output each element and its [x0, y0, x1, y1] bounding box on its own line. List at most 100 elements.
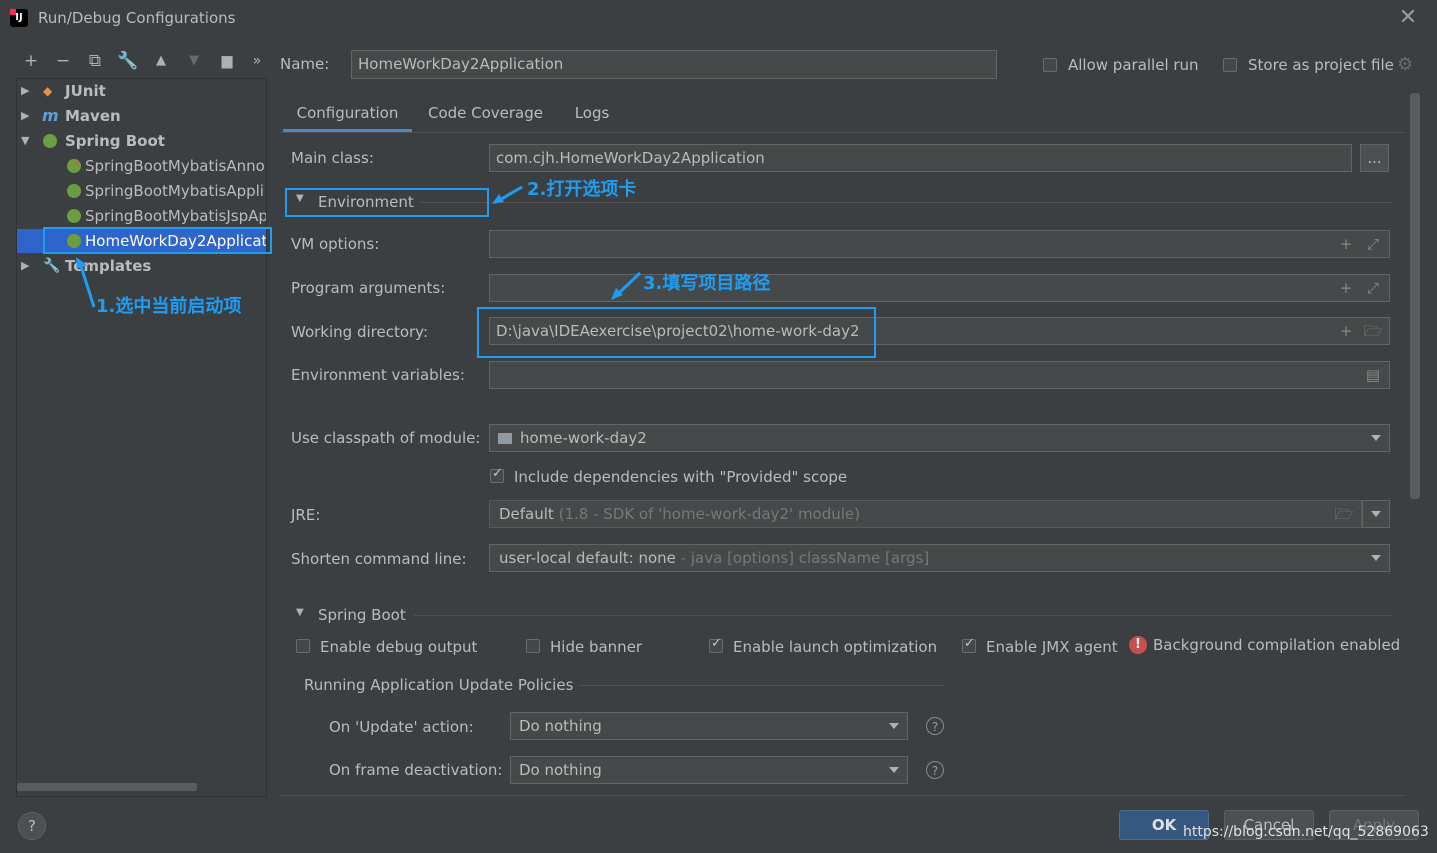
spring-boot-divider: [414, 615, 1393, 616]
allow-parallel-checkbox[interactable]: [1043, 58, 1057, 72]
tab-configuration[interactable]: Configuration: [283, 96, 412, 132]
include-deps-label: Include dependencies with "Provided" sco…: [514, 468, 848, 486]
enable-launch-label: Enable launch optimization: [733, 638, 938, 656]
tree-item-label: Spring Boot: [65, 132, 165, 150]
config-toolbar: + − ⧉ 🔧 ▲ ▼ ▆ »: [16, 48, 266, 74]
wrench-icon[interactable]: 🔧: [117, 50, 139, 72]
tree-item-label: JUnit: [65, 82, 106, 100]
chevron-down-icon: [1371, 511, 1381, 517]
policies-label: Running Application Update Policies: [304, 676, 574, 694]
chevron-down-icon: [889, 723, 899, 729]
config-tree: ▶ ◆ JUnit ▶ m Maven ▼ Spring Boot Spring…: [16, 78, 267, 797]
annotation-text-step1: 1.选中当前启动项: [96, 296, 242, 317]
error-icon: !: [1129, 636, 1147, 654]
content-bottom-border: [280, 795, 1405, 796]
classpath-select[interactable]: home-work-day2: [489, 424, 1390, 452]
jre-input[interactable]: Default (1.8 - SDK of 'home-work-day2' m…: [489, 500, 1362, 528]
tree-item-label: SpringBootMybatisJspAp: [85, 207, 267, 225]
plus-icon[interactable]: +: [1335, 231, 1357, 257]
name-label: Name:: [280, 55, 330, 73]
annotation-text-step3: 3.填写项目路径: [643, 273, 771, 294]
spring-boot-icon: [67, 184, 81, 198]
spring-boot-icon: [43, 134, 57, 148]
junit-icon: ◆: [43, 84, 53, 98]
more-icon[interactable]: »: [246, 50, 268, 72]
store-project-checkbox[interactable]: [1223, 58, 1237, 72]
gear-icon[interactable]: ⚙: [1397, 54, 1413, 75]
vm-options-input[interactable]: + ⤢: [489, 230, 1390, 258]
window-title: Run/Debug Configurations: [38, 9, 236, 27]
tree-item-config[interactable]: SpringBootMybatisAnno: [17, 153, 266, 178]
folder-icon[interactable]: 🗁: [1362, 318, 1384, 344]
annotation-box-step1: [43, 227, 272, 254]
module-folder-icon: [498, 433, 512, 444]
copy-icon[interactable]: ⧉: [84, 50, 106, 72]
on-frame-value: Do nothing: [519, 761, 602, 779]
tree-item-spring-boot[interactable]: ▼ Spring Boot: [17, 129, 266, 153]
enable-jmx-checkbox[interactable]: [962, 636, 976, 653]
tabs-divider: [280, 132, 1405, 133]
arrow-down-icon[interactable]: ▼: [183, 50, 205, 72]
folder-add-icon[interactable]: ▆: [216, 50, 238, 72]
browse-button[interactable]: ...: [1360, 144, 1389, 172]
jre-dropdown-button[interactable]: [1362, 500, 1390, 528]
enable-launch-checkbox[interactable]: [709, 636, 723, 653]
help-button[interactable]: ?: [18, 812, 46, 840]
classpath-value: home-work-day2: [520, 429, 647, 447]
include-deps-checkbox[interactable]: [490, 466, 504, 483]
tree-item-config[interactable]: SpringBootMybatisAppli: [17, 179, 266, 203]
on-update-select[interactable]: Do nothing: [510, 712, 908, 740]
annotation-arrow-step2: [492, 185, 523, 204]
tree-item-label: SpringBootMybatisAnno: [85, 157, 265, 175]
env-vars-input[interactable]: ▤: [489, 361, 1390, 389]
tab-logs[interactable]: Logs: [563, 96, 621, 132]
name-input[interactable]: HomeWorkDay2Application: [351, 50, 997, 79]
folder-icon[interactable]: 🗁: [1333, 501, 1355, 527]
chevron-right-icon: ▶: [21, 84, 30, 97]
environment-divider: [420, 202, 1393, 203]
plus-icon[interactable]: +: [20, 50, 42, 72]
enable-debug-label: Enable debug output: [320, 638, 478, 656]
jre-label: JRE:: [291, 506, 321, 524]
enable-jmx-label: Enable JMX agent: [986, 638, 1118, 656]
annotation-box-step3: [477, 307, 876, 358]
intellij-logo-icon: IJ: [10, 9, 28, 27]
help-icon[interactable]: ?: [926, 761, 944, 779]
close-icon[interactable]: ✕: [1398, 6, 1418, 30]
allow-parallel-label: Allow parallel run: [1068, 56, 1199, 74]
on-update-value: Do nothing: [519, 717, 602, 735]
minus-icon[interactable]: −: [52, 50, 74, 72]
tree-item-maven[interactable]: ▶ m Maven: [17, 104, 266, 128]
on-update-label: On 'Update' action:: [329, 718, 474, 736]
enable-debug-checkbox[interactable]: [296, 639, 310, 653]
annotation-box-step2: [285, 188, 489, 217]
on-frame-select[interactable]: Do nothing: [510, 756, 908, 784]
horizontal-scrollbar[interactable]: [17, 783, 197, 791]
spring-boot-section-toggle[interactable]: Spring Boot: [318, 606, 406, 624]
tree-item-junit[interactable]: ▶ ◆ JUnit: [17, 79, 266, 103]
tree-item-templates[interactable]: ▶ 🔧 Templates: [17, 254, 266, 278]
vertical-scrollbar[interactable]: [1410, 93, 1420, 499]
tab-code-coverage[interactable]: Code Coverage: [418, 96, 553, 132]
policies-divider: [578, 685, 945, 686]
tree-item-config[interactable]: SpringBootMybatisJspAp: [17, 204, 266, 228]
chevron-down-icon[interactable]: ▼: [296, 607, 304, 618]
watermark-text: https://blog.csdn.net/qq_52869063: [1183, 824, 1429, 840]
arrow-up-icon[interactable]: ▲: [150, 50, 172, 72]
plus-icon[interactable]: +: [1335, 275, 1357, 301]
hide-banner-checkbox[interactable]: [526, 639, 540, 653]
chevron-right-icon: ▶: [21, 109, 30, 122]
tree-item-label: Maven: [65, 107, 121, 125]
shorten-select[interactable]: user-local default: none - java [options…: [489, 544, 1390, 572]
plus-icon[interactable]: +: [1335, 318, 1357, 344]
main-class-input[interactable]: com.cjh.HomeWorkDay2Application: [489, 144, 1352, 172]
expand-icon[interactable]: ⤢: [1362, 275, 1384, 301]
jre-value: Default: [499, 505, 554, 523]
expand-icon[interactable]: ⤢: [1362, 231, 1384, 257]
shorten-detail: - java [options] className [args]: [680, 549, 930, 567]
on-frame-label: On frame deactivation:: [329, 761, 503, 779]
document-icon[interactable]: ▤: [1362, 362, 1384, 388]
annotation-text-step2: 2.打开选项卡: [527, 179, 637, 200]
shorten-value: user-local default: none: [499, 549, 676, 567]
help-icon[interactable]: ?: [926, 717, 944, 735]
